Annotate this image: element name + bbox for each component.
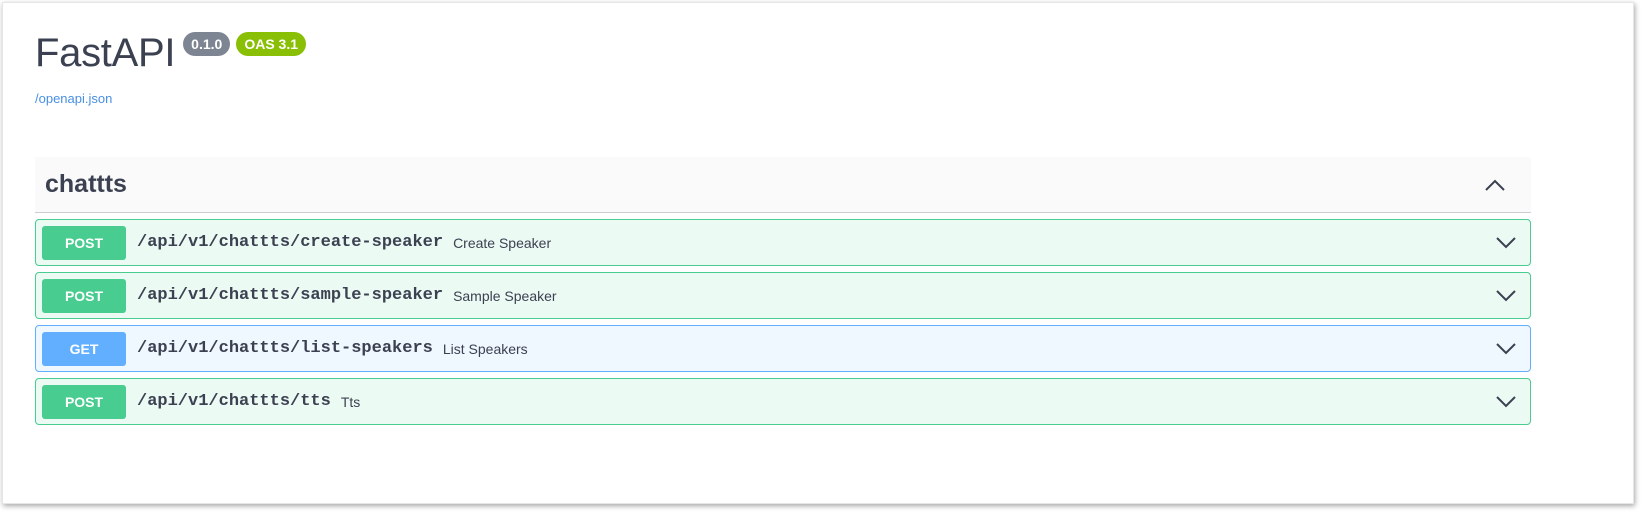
method-badge: POST [42,278,126,313]
operation-summary: Create Speaker [453,234,552,251]
operation-sample-speaker[interactable]: POST /api/v1/chattts/sample-speaker Samp… [35,272,1531,319]
operation-summary: Tts [340,393,361,410]
method-badge: POST [42,384,126,419]
swagger-window: FastAPI 0.1.0 OAS 3.1 /openapi.json chat… [2,2,1634,504]
api-info: FastAPI 0.1.0 OAS 3.1 /openapi.json [35,27,307,106]
api-title: FastAPI [35,31,176,75]
operation-summary: List Speakers [442,340,528,357]
operation-tts[interactable]: POST /api/v1/chattts/tts Tts [35,378,1531,425]
tag-name: chattts [45,170,127,198]
chevron-down-icon[interactable] [1494,338,1518,358]
chevron-down-icon[interactable] [1494,391,1518,411]
oas-badge: OAS 3.1 [236,32,307,56]
operation-path: /api/v1/chattts/sample-speaker [137,286,444,305]
method-badge: POST [42,225,126,260]
operation-summary: Sample Speaker [453,287,557,304]
version-badge: 0.1.0 [183,32,231,56]
tag-header[interactable]: chattts [35,157,1531,213]
method-badge: GET [42,331,126,366]
operation-create-speaker[interactable]: POST /api/v1/chattts/create-speaker Crea… [35,219,1531,266]
chevron-down-icon[interactable] [1494,285,1518,305]
tag-section-chattts: chattts POST /api/v1/chattts/create-spea… [35,157,1531,425]
operation-path: /api/v1/chattts/list-speakers [137,339,433,358]
operation-list-speakers[interactable]: GET /api/v1/chattts/list-speakers List S… [35,325,1531,372]
chevron-down-icon[interactable] [1494,232,1518,252]
title-row: FastAPI 0.1.0 OAS 3.1 [35,27,307,79]
openapi-json-link[interactable]: /openapi.json [35,91,306,106]
chevron-up-icon[interactable] [1477,167,1513,203]
operation-path: /api/v1/chattts/create-speaker [137,233,444,252]
operation-path: /api/v1/chattts/tts [137,392,331,411]
